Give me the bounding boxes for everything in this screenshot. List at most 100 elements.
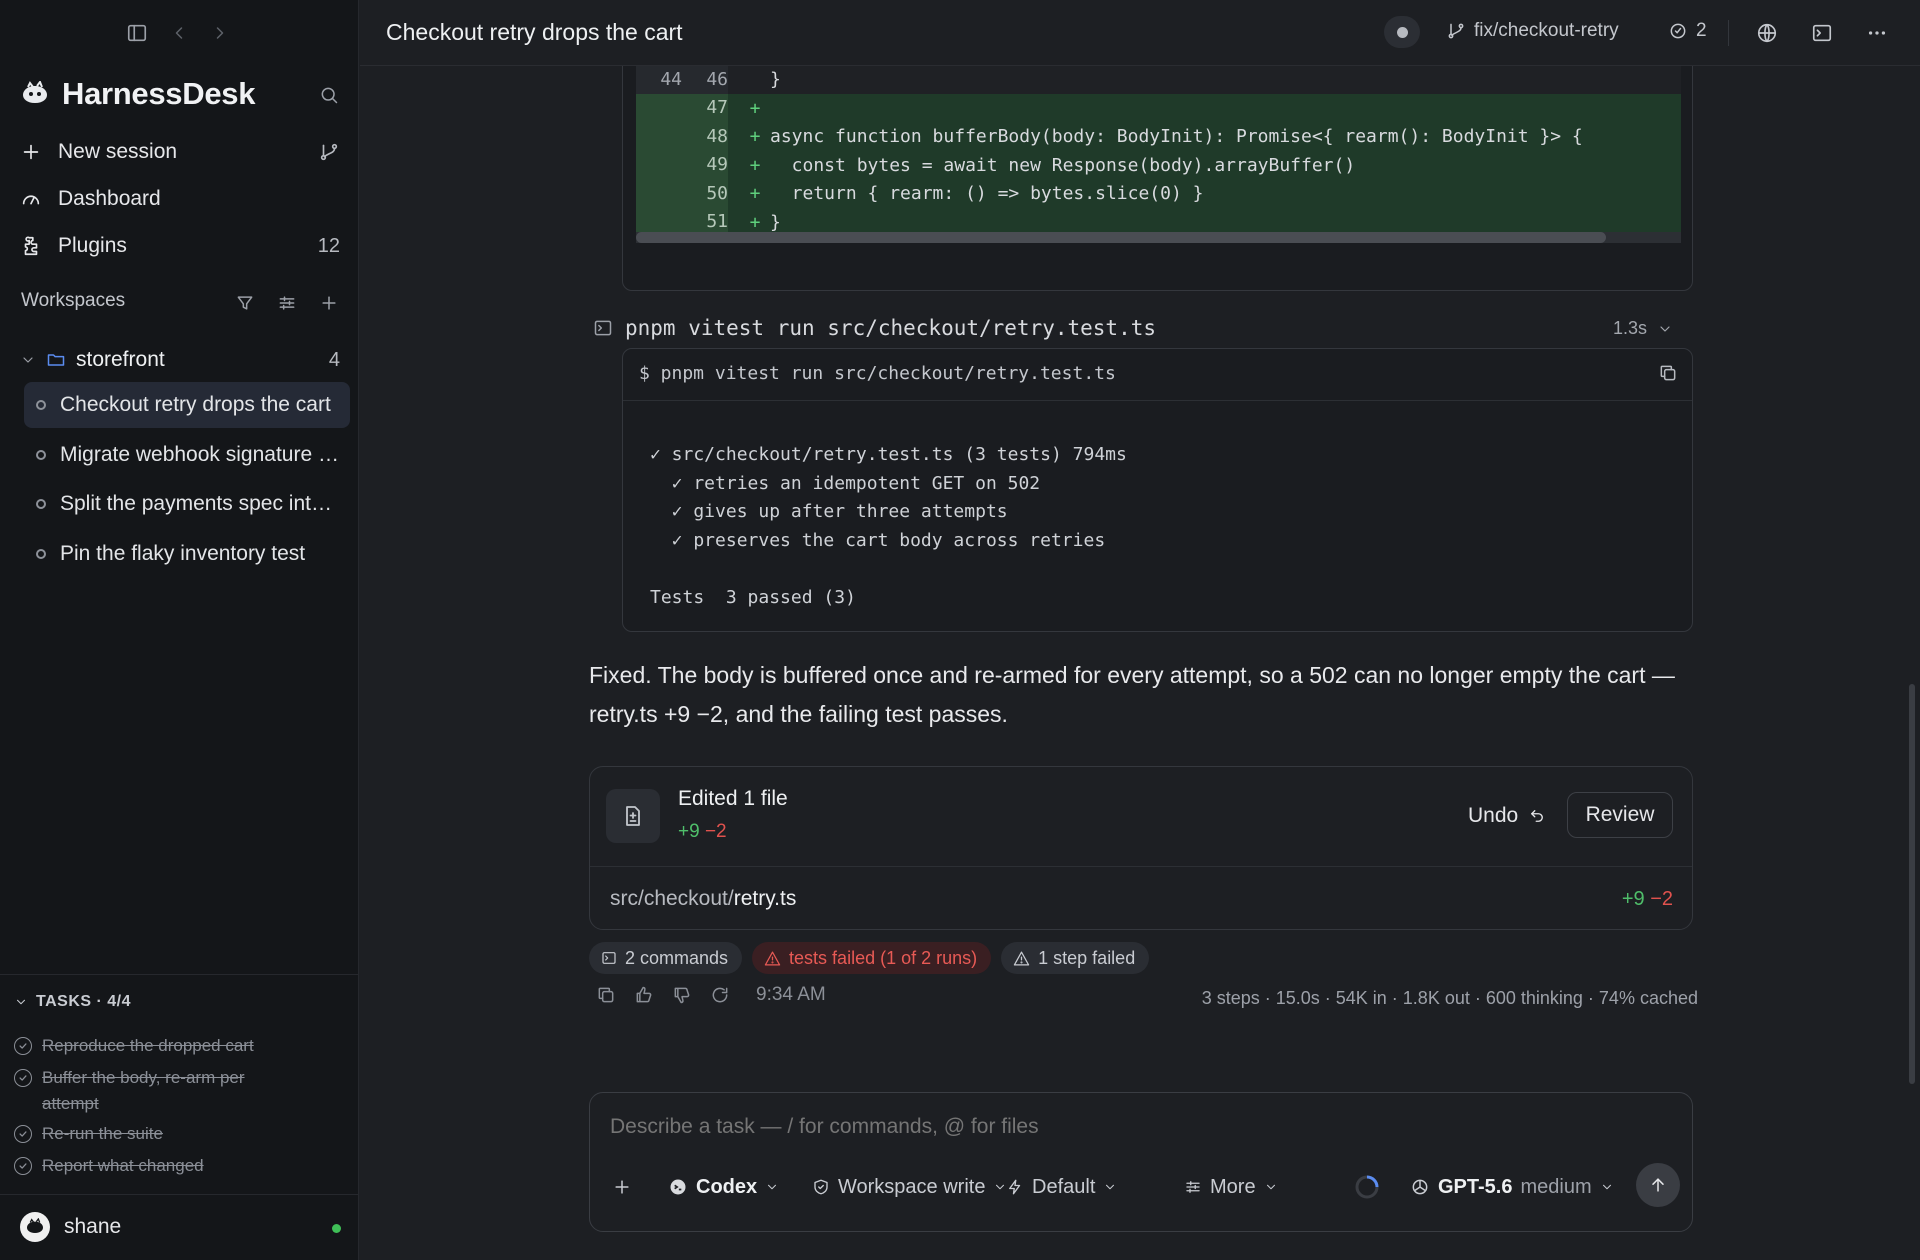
check-circle-icon (14, 1069, 32, 1087)
permission-select[interactable]: Workspace write (812, 1169, 1007, 1205)
retry-icon[interactable] (710, 985, 730, 1005)
user-menu[interactable]: shane (20, 1212, 121, 1242)
commands-chip[interactable]: 2 commands (589, 942, 743, 974)
diff-code: return { rearm: () => bytes.slice(0) } (770, 183, 1204, 205)
check-circle-icon (14, 1157, 32, 1175)
checks-count: 2 (1696, 20, 1707, 41)
diff-line: 44 46} (636, 66, 1681, 94)
chevron-down-icon (765, 1180, 779, 1194)
message-time: 9:34 AM (756, 984, 826, 1005)
diff-line: 48 + async function bufferBody(body: BodyI… (636, 122, 1681, 151)
git-branch-icon (1446, 21, 1466, 41)
workspace-storefront[interactable]: storefront 4 (20, 345, 340, 375)
old-line-number (636, 122, 682, 151)
tasks-header[interactable]: TASKS · 4/4 (14, 993, 131, 1011)
task-input[interactable] (610, 1115, 1670, 1139)
filter-icon[interactable] (232, 290, 258, 316)
tests-failed-chip[interactable]: tests failed (1 of 2 runs) (752, 942, 992, 974)
send-button[interactable] (1636, 1163, 1680, 1207)
dashboard-icon (20, 188, 42, 210)
chevron-down-icon (20, 352, 36, 368)
thread-item[interactable]: Pin the flaky inventory test (24, 531, 350, 577)
vertical-scrollbar[interactable] (1909, 684, 1915, 1084)
edited-file-link[interactable]: src/checkout/retry.ts (610, 887, 796, 911)
openai-icon (1410, 1177, 1430, 1197)
terminal-icon[interactable] (1809, 20, 1835, 46)
file-name: retry.ts (733, 887, 797, 910)
back-icon[interactable] (166, 20, 192, 46)
session-status-button[interactable] (1384, 16, 1420, 48)
nav-plugins[interactable]: Plugins 12 (20, 228, 340, 264)
new-session-button[interactable]: New session (20, 134, 340, 170)
new-session-label: New session (58, 140, 178, 163)
workspace-name: storefront (76, 348, 165, 371)
globe-icon[interactable] (1754, 20, 1780, 46)
thread-item[interactable]: Checkout retry drops the cart (24, 382, 350, 428)
sliders-icon (1184, 1178, 1202, 1196)
workspaces-label: Workspaces (21, 290, 126, 311)
warning-icon (764, 950, 781, 967)
horizontal-scrollbar[interactable] (636, 232, 1681, 243)
add-workspace-icon[interactable] (316, 290, 342, 316)
nav-dashboard[interactable]: Dashboard (20, 181, 340, 217)
task-label: Re-run the suite (42, 1124, 163, 1143)
command-row[interactable]: pnpm vitest run src/checkout/retry.test.… (593, 312, 1693, 344)
scrollbar-thumb[interactable] (636, 232, 1606, 243)
test-output: ✓ src/checkout/retry.test.ts (3 tests) 7… (650, 444, 1127, 608)
thumbs-up-icon[interactable] (634, 985, 654, 1005)
deletions: −2 (704, 821, 727, 842)
old-line-number (636, 151, 682, 180)
check-circle-icon (14, 1125, 32, 1143)
edited-stats: +9 −2 (678, 821, 727, 843)
terminal-icon (601, 950, 617, 966)
thread-item[interactable]: Migrate webhook signature verification (24, 432, 350, 478)
more-horizontal-icon[interactable] (1864, 20, 1890, 46)
terminal-output: $ pnpm vitest run src/checkout/retry.tes… (622, 348, 1693, 632)
sidebar-toggle-icon[interactable] (124, 20, 150, 46)
command-duration[interactable]: 1.3s (1613, 318, 1673, 339)
review-button[interactable]: Review (1567, 792, 1673, 838)
agent-select[interactable]: Codex (668, 1169, 779, 1205)
diff-code: } (770, 69, 781, 91)
thread-item[interactable]: Split the payments spec into modules (24, 481, 350, 527)
assistant-summary: Fixed. The body is buffered once and re-… (589, 662, 1675, 727)
diff-marker: + (749, 97, 761, 119)
diff-marker: + (749, 126, 761, 148)
model-select[interactable]: GPT-5.6 medium (1410, 1169, 1614, 1205)
diff-line: 49 + const bytes = await new Response(bod… (636, 151, 1681, 180)
copy-icon[interactable] (596, 985, 616, 1005)
page-title: Checkout retry drops the cart (386, 19, 683, 45)
run-stats: 3 steps · 15.0s · 54K in · 1.8K out · 60… (1201, 988, 1698, 1008)
copy-icon[interactable] (1658, 363, 1678, 383)
step-failed-chip[interactable]: 1 step failed (1001, 942, 1150, 974)
plus-icon (612, 1177, 632, 1197)
tests-failed-label: tests failed (1 of 2 runs) (789, 947, 978, 968)
plugins-count: 12 (317, 234, 340, 257)
run-chips: 2 commands tests failed (1 of 2 runs) 1 … (589, 942, 1150, 974)
thread-status-icon (36, 400, 46, 410)
new-line-number: 48 (682, 122, 728, 151)
old-line-number (636, 94, 682, 123)
app-name: HarnessDesk (62, 76, 256, 111)
undo-button[interactable]: Undo (1456, 794, 1558, 838)
divider (0, 1194, 359, 1195)
diff-line: 50 + return { rearm: () => bytes.slice(0)… (636, 179, 1681, 208)
diff-code: async function bufferBody(body: BodyInit… (770, 126, 1583, 148)
mode-select[interactable]: Default (1006, 1169, 1117, 1205)
status-dot-icon (1396, 26, 1408, 38)
more-menu[interactable]: More (1184, 1169, 1278, 1205)
step-failed-label: 1 step failed (1038, 947, 1136, 968)
conversation: 4345 throw new RetryExhausted(init.retri… (360, 66, 1920, 1260)
search-icon[interactable] (316, 82, 342, 108)
sliders-icon[interactable] (274, 290, 300, 316)
new-line-number: 49 (682, 151, 728, 180)
branch-button[interactable]: fix/checkout-retry (1446, 20, 1619, 42)
message-actions: 9:34 AM (596, 984, 826, 1006)
attach-button[interactable] (612, 1169, 632, 1205)
branch-icon[interactable] (318, 141, 340, 163)
diff-marker: + (749, 183, 761, 205)
forward-icon[interactable] (207, 20, 233, 46)
thumbs-down-icon[interactable] (672, 985, 692, 1005)
checks-button[interactable]: 2 (1668, 20, 1707, 42)
workspace-count: 4 (328, 348, 340, 371)
